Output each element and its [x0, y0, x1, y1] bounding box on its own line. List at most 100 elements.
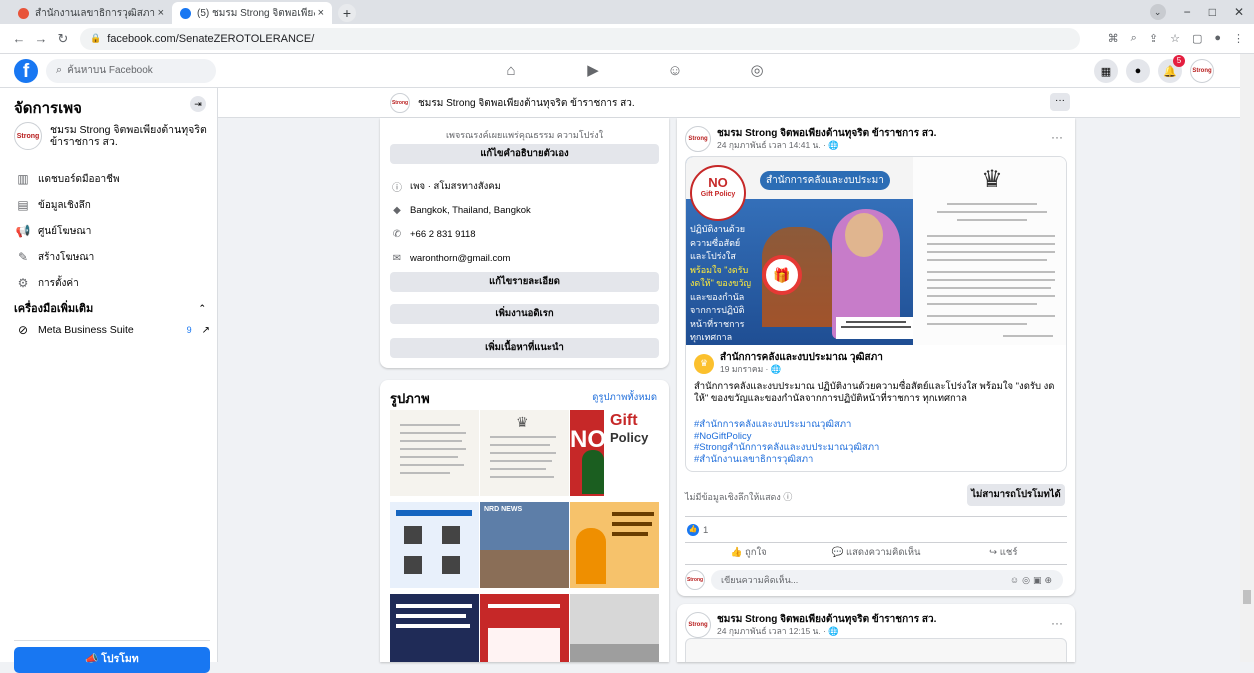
menu-grid-icon[interactable]: ▦ [1094, 59, 1118, 83]
shared-post-author[interactable]: สำนักการคลังและงบประมาณ วุฒิสภา [720, 352, 883, 364]
post-options-icon[interactable]: ··· [1051, 616, 1063, 630]
add-hobbies-button[interactable]: เพิ่มงานอดิเรก [390, 304, 659, 324]
shared-post[interactable]: NO Gift Policy สำนักการคลังและงบประมา ปฏิ… [685, 156, 1067, 472]
more-tools-toggle[interactable]: เครื่องมือเพิ่มเติม ⌃ [14, 298, 210, 318]
shared-post-timestamp[interactable]: 19 มกราคม · 🌐 [720, 364, 883, 375]
photo-thumbnail[interactable]: NO Gift Policy [570, 410, 659, 496]
banner-heading: สำนักการคลังและงบประมา [760, 171, 890, 190]
like-button[interactable]: 👍 ถูกใจ [685, 546, 812, 560]
photo-thumbnail[interactable] [390, 410, 479, 496]
photo-thumbnail[interactable] [390, 502, 479, 588]
post-timestamp[interactable]: 24 กุมภาพันธ์ เวลา 14:41 น. · 🌐 [717, 140, 936, 151]
no-gift-sign-icon: 🎁 [762, 255, 802, 295]
hashtag-link[interactable]: #Strongสำนักการคลังและงบประมาณวุฒิสภา [694, 442, 1060, 454]
post-author[interactable]: ชมรม Strong จิตพอเพียงต้านทุจริต ข้าราชก… [717, 128, 936, 140]
back-icon[interactable]: ← [8, 31, 30, 46]
side-panel-icon[interactable]: ▢ [1192, 32, 1202, 45]
facebook-search-input[interactable]: ⌕ ค้นหาบน Facebook [46, 58, 216, 83]
more-options-button[interactable]: ··· [1050, 93, 1070, 111]
shared-page-avatar[interactable]: ♛ [694, 353, 714, 374]
new-tab-button[interactable]: + [338, 4, 356, 22]
exit-icon[interactable]: ⇥ [190, 96, 206, 112]
hashtag-link[interactable]: #สำนักการคลังและงบประมาณวุฒิสภา [694, 419, 1060, 431]
hashtag-link[interactable]: #สำนักงานเลขาธิการวุฒิสภา [694, 454, 1060, 466]
topbar-page-link[interactable]: Strong ชมรม Strong จิตพอเพียงต้านทุจริต … [390, 93, 635, 113]
translate-icon[interactable]: ⌘ [1108, 32, 1119, 45]
edit-details-button[interactable]: แก้ไขรายละเอียด [390, 272, 659, 292]
post-options-icon[interactable]: ··· [1051, 130, 1063, 144]
see-all-photos-link[interactable]: ดูรูปภาพทั้งหมด [592, 390, 657, 405]
info-icon[interactable]: ⓘ [783, 492, 792, 502]
sidebar-page-switcher[interactable]: Strong ชมรม Strong จิตพอเพียงต้านทุจริต … [14, 122, 210, 150]
sidebar-item-ad-center[interactable]: 📢 ศูนย์โฆษณา [14, 218, 210, 244]
zoom-icon[interactable]: ⌕ [1131, 32, 1137, 45]
promote-button[interactable]: 📣 โปรโมท [14, 647, 210, 673]
facebook-logo-icon[interactable]: f [14, 58, 38, 83]
photo-thumbnail[interactable]: ♛ [480, 410, 569, 496]
photo-thumbnail[interactable]: NRD NEWS [480, 502, 569, 588]
profile-icon[interactable]: ● [1214, 32, 1221, 45]
close-tab-icon[interactable]: × [318, 7, 324, 19]
minimize-icon[interactable]: − [1184, 5, 1191, 19]
comment-tools-icons[interactable]: ☺◎▣⊕ [1010, 570, 1055, 590]
forward-icon[interactable]: → [30, 31, 52, 46]
bookmark-star-icon[interactable]: ☆ [1170, 32, 1180, 45]
photo-thumbnail[interactable] [390, 594, 479, 662]
banner-text: ปฏิบัติงานด้วย ความซื่อสัตย์ และโปร่งใส … [690, 223, 760, 345]
shared-post-image[interactable]: NO Gift Policy สำนักการคลังและงบประมา ปฏิ… [686, 157, 1066, 345]
maximize-icon[interactable]: □ [1209, 5, 1216, 19]
post-image[interactable] [685, 638, 1067, 662]
post-timestamp[interactable]: 24 กุมภาพันธ์ เวลา 12:15 น. · 🌐 [717, 626, 936, 637]
browser-tab-facebook[interactable]: (5) ชมรม Strong จิตพอเพียงต้านทุจริ × [172, 2, 332, 24]
page-avatar[interactable]: Strong [685, 126, 711, 152]
edit-bio-button[interactable]: แก้ไขคำอธิบายตัวเอง [390, 144, 659, 164]
photo-thumbnail[interactable] [570, 502, 659, 588]
browser-tab-senate[interactable]: สำนักงานเลขาธิการวุฒิสภา × [10, 2, 172, 24]
tab-search-icon[interactable]: ⌄ [1149, 4, 1166, 20]
scrollbar-thumb[interactable] [1243, 590, 1251, 604]
sidebar-item-dashboard[interactable]: ▥ แดชบอร์ดมืออาชีพ [14, 166, 210, 192]
senate-favicon-icon [18, 7, 29, 19]
banner-caption [836, 317, 916, 339]
close-tab-icon[interactable]: × [158, 7, 164, 19]
topbar-page-name: ชมรม Strong จิตพอเพียงต้านทุจริต ข้าราชก… [418, 97, 635, 109]
messenger-icon[interactable]: ● [1126, 59, 1150, 83]
post-card: Strong ชมรม Strong จิตพอเพียงต้านทุจริต … [677, 118, 1075, 596]
post-header: Strong ชมรม Strong จิตพอเพียงต้านทุจริต … [685, 612, 936, 638]
hashtag-link[interactable]: #NoGiftPolicy [694, 431, 1060, 443]
page-avatar[interactable]: Strong [685, 612, 711, 638]
close-window-icon[interactable]: ✕ [1234, 5, 1244, 19]
reload-icon[interactable]: ↻ [52, 31, 74, 47]
account-avatar[interactable]: Strong [1190, 59, 1214, 83]
comment-button[interactable]: 💬 แสดงความคิดเห็น [812, 546, 939, 560]
banner-line: ความซื่อสัตย์ [690, 237, 741, 248]
share-button[interactable]: ↪ แชร์ [940, 546, 1067, 560]
meta-business-suite-link[interactable]: ⊘ Meta Business Suite 9 ↗ [14, 320, 210, 340]
emblem-icon: ♛ [516, 414, 529, 430]
sidebar-item-settings[interactable]: ⚙ การตั้งค่า [14, 270, 210, 296]
watch-icon[interactable]: ▶ [552, 54, 634, 88]
groups-icon[interactable]: ☺ [634, 54, 716, 88]
banner-line: พร้อมใจ "งดรับ [690, 264, 749, 275]
photo-thumbnail[interactable] [570, 594, 659, 662]
boost-unavailable-button[interactable]: ไม่สามารถโปรโมทได้ [967, 484, 1065, 506]
url-field[interactable]: 🔒 facebook.com/SenateZEROTOLERANCE/ [80, 27, 1080, 50]
photos-card: รูปภาพ ดูรูปภาพทั้งหมด ♛ NO Gift Policy … [380, 380, 669, 662]
reaction-summary[interactable]: 👍 1 [687, 524, 708, 536]
location-icon: ◆ [393, 204, 401, 216]
gaming-icon[interactable]: ◎ [716, 54, 798, 88]
page-scrollbar[interactable] [1240, 54, 1254, 662]
add-featured-button[interactable]: เพิ่มเนื้อหาที่แนะนำ [390, 338, 659, 358]
photo-thumbnail[interactable] [480, 594, 569, 662]
sidebar-item-create-ad[interactable]: ✎ สร้างโฆษณา [14, 244, 210, 270]
comment-input[interactable]: เขียนความคิดเห็น... ☺◎▣⊕ [711, 570, 1063, 590]
menu-kebab-icon[interactable]: ⋮ [1233, 32, 1244, 45]
share-icon[interactable]: ⇪ [1149, 32, 1158, 45]
share-label: แชร์ [999, 547, 1018, 558]
commenter-avatar: Strong [685, 570, 705, 590]
post-author[interactable]: ชมรม Strong จิตพอเพียงต้านทุจริต ข้าราชก… [717, 614, 936, 626]
home-icon[interactable]: ⌂ [470, 54, 552, 88]
notifications-bell-icon[interactable]: 🔔 5 [1158, 55, 1185, 83]
comment-placeholder: เขียนความคิดเห็น... [721, 575, 799, 585]
sidebar-item-insights[interactable]: ▤ ข้อมูลเชิงลึก [14, 192, 210, 218]
